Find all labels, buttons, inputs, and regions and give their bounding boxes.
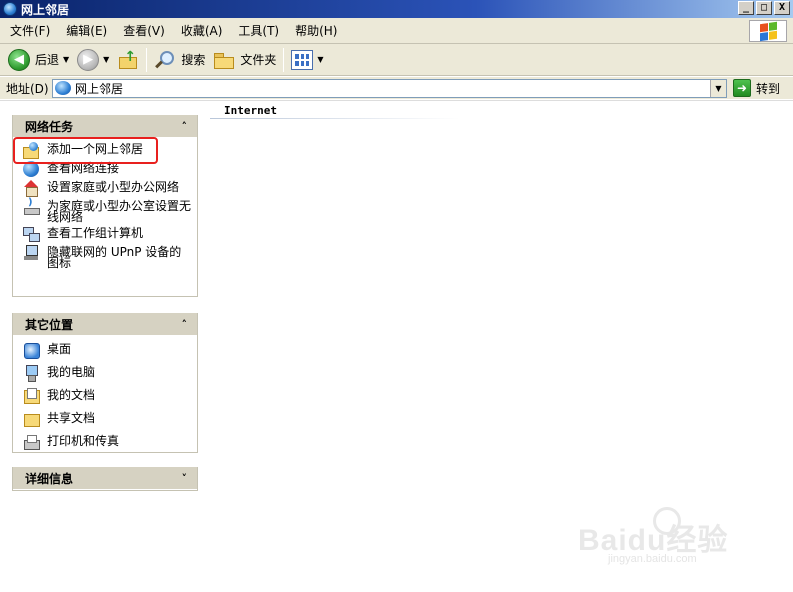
details-panel: 详细信息 ˅ bbox=[12, 467, 198, 491]
windows-logo-icon bbox=[749, 20, 787, 42]
highlight-box bbox=[13, 137, 158, 164]
task-setup-home-network[interactable]: 设置家庭或小型办公网络 bbox=[23, 180, 191, 197]
menu-tools[interactable]: 工具(T) bbox=[230, 22, 287, 40]
forward-dropdown-icon[interactable]: ▼ bbox=[103, 55, 109, 64]
menu-edit[interactable]: 编辑(E) bbox=[58, 22, 115, 40]
address-dropdown-icon[interactable]: ▼ bbox=[710, 79, 726, 97]
shared-documents-icon bbox=[23, 411, 40, 427]
folder-icon bbox=[213, 51, 235, 69]
place-my-computer[interactable]: 我的电脑 bbox=[23, 365, 191, 382]
toolbar-separator bbox=[283, 47, 285, 72]
place-label: 共享文档 bbox=[47, 411, 96, 425]
search-button[interactable]: 搜索 bbox=[150, 47, 209, 73]
window-title: 网上邻居 bbox=[21, 2, 70, 17]
task-hide-upnp-icons[interactable]: 隐藏联网的 UPnP 设备的图标 bbox=[23, 245, 191, 270]
baidu-watermark: Baidu经验 jingyan.baidu.com bbox=[578, 507, 758, 567]
menu-view[interactable]: 查看(V) bbox=[115, 22, 173, 40]
address-value: 网上邻居 bbox=[75, 81, 124, 96]
other-places-header[interactable]: 其它位置 ˄ bbox=[13, 313, 197, 335]
details-header[interactable]: 详细信息 ˅ bbox=[13, 467, 197, 489]
task-label: 隐藏联网的 UPnP 设备的图标 bbox=[47, 245, 182, 270]
place-label: 我的电脑 bbox=[47, 365, 96, 379]
back-dropdown-icon[interactable]: ▼ bbox=[63, 55, 69, 64]
task-label: 为家庭或小型办公室设置无线网络 bbox=[47, 199, 192, 224]
upnp-device-icon bbox=[23, 245, 39, 261]
watermark-subtext: jingyan.baidu.com bbox=[608, 553, 697, 565]
views-icon bbox=[291, 49, 314, 70]
home-network-icon bbox=[23, 180, 39, 197]
forward-button[interactable]: ▶ ▼ bbox=[73, 47, 113, 73]
back-button[interactable]: ◀ 后退 ▼ bbox=[4, 47, 73, 73]
back-arrow-icon: ◀ bbox=[8, 48, 30, 71]
address-input[interactable]: 网上邻居 ▼ bbox=[52, 78, 727, 98]
folders-button[interactable]: 文件夹 bbox=[209, 47, 280, 73]
place-label: 打印机和传真 bbox=[47, 434, 120, 448]
my-documents-icon bbox=[23, 388, 40, 404]
place-printers-faxes[interactable]: 打印机和传真 bbox=[23, 435, 191, 450]
printers-faxes-icon bbox=[23, 434, 40, 450]
collapse-icon[interactable]: ˄ bbox=[182, 120, 188, 133]
maximize-button[interactable]: □ bbox=[756, 1, 772, 15]
address-bar: 地址(D) 网上邻居 ▼ ➜ 转到 bbox=[0, 77, 793, 99]
place-label: 我的文档 bbox=[47, 388, 96, 402]
place-shared-documents[interactable]: 共享文档 bbox=[23, 412, 191, 427]
back-label: 后退 bbox=[35, 53, 60, 67]
views-button[interactable]: ▼ bbox=[287, 47, 327, 73]
toolbar-separator bbox=[146, 47, 148, 72]
toolbar: ◀ 后退 ▼ ▶ ▼ ↑ 搜索 文件夹 ▼ bbox=[0, 44, 793, 76]
place-label: 桌面 bbox=[47, 342, 72, 356]
network-tasks-header[interactable]: 网络任务 ˄ bbox=[13, 115, 197, 137]
place-desktop[interactable]: 桌面 bbox=[23, 342, 191, 359]
task-label: 设置家庭或小型办公网络 bbox=[47, 180, 180, 194]
other-places-panel: 其它位置 ˄ 桌面 我的电脑 我的文档 共享文档 打印机和传真 bbox=[12, 313, 198, 453]
task-label: 查看工作组计算机 bbox=[47, 226, 144, 240]
group-header-divider bbox=[210, 118, 460, 119]
collapse-icon[interactable]: ˄ bbox=[182, 318, 188, 331]
search-icon bbox=[154, 49, 176, 71]
up-button[interactable]: ↑ bbox=[113, 47, 143, 73]
search-label: 搜索 bbox=[181, 53, 206, 67]
address-label: 地址(D) bbox=[6, 81, 49, 96]
menu-bar: 文件(F) 编辑(E) 查看(V) 收藏(A) 工具(T) 帮助(H) bbox=[0, 18, 793, 44]
up-folder-icon: ↑ bbox=[117, 49, 139, 71]
title-bar: 网上邻居 _ □ X bbox=[0, 0, 793, 18]
menu-file[interactable]: 文件(F) bbox=[2, 22, 58, 40]
close-button[interactable]: X bbox=[774, 1, 790, 15]
network-places-icon bbox=[55, 81, 71, 95]
network-tasks-title: 网络任务 bbox=[25, 119, 74, 134]
menu-favorites[interactable]: 收藏(A) bbox=[173, 22, 231, 40]
go-button[interactable]: ➜ 转到 bbox=[733, 79, 780, 97]
place-my-documents[interactable]: 我的文档 bbox=[23, 388, 191, 404]
folders-label: 文件夹 bbox=[240, 53, 277, 67]
details-title: 详细信息 bbox=[25, 471, 74, 486]
task-view-workgroup-computers[interactable]: 查看工作组计算机 bbox=[23, 227, 191, 242]
other-places-title: 其它位置 bbox=[25, 317, 74, 332]
desktop-icon bbox=[23, 342, 40, 359]
views-dropdown-icon[interactable]: ▼ bbox=[317, 55, 323, 64]
my-computer-icon bbox=[23, 365, 39, 382]
minimize-button[interactable]: _ bbox=[738, 1, 754, 15]
content-area: 网络任务 ˄ 添加一个网上邻居 查看网络连接 设置家庭或小型办公网络 为家庭或小… bbox=[0, 100, 793, 592]
go-label: 转到 bbox=[756, 81, 781, 96]
forward-arrow-icon: ▶ bbox=[77, 48, 100, 71]
task-view-network-connections[interactable]: 查看网络连接 bbox=[23, 161, 191, 177]
group-header-internet: Internet bbox=[224, 104, 277, 117]
wireless-network-icon bbox=[23, 197, 40, 215]
window-controls: _ □ X bbox=[738, 1, 790, 15]
network-places-icon bbox=[3, 2, 17, 16]
expand-icon[interactable]: ˅ bbox=[182, 472, 188, 485]
task-setup-wireless-network[interactable]: 为家庭或小型办公室设置无线网络 bbox=[23, 197, 192, 224]
go-arrow-icon: ➜ bbox=[733, 79, 751, 97]
workgroup-computers-icon bbox=[23, 226, 40, 242]
menu-help[interactable]: 帮助(H) bbox=[287, 22, 345, 40]
